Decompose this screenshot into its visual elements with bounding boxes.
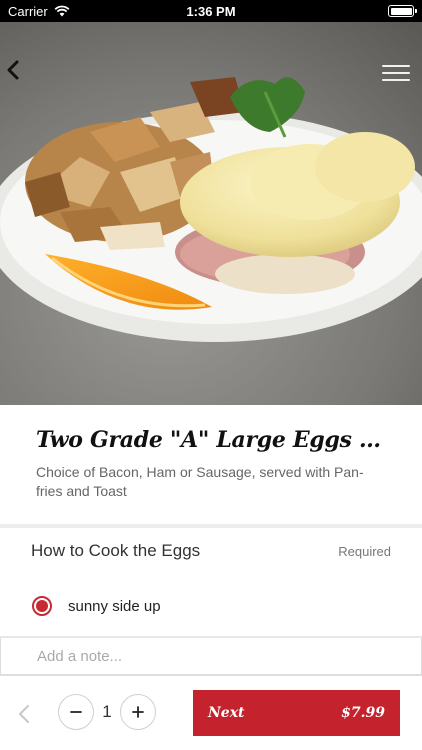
status-left: Carrier — [8, 4, 70, 19]
wifi-icon — [54, 5, 70, 17]
option-sunny-side-up[interactable]: sunny side up — [0, 586, 422, 626]
next-button[interactable]: Next $7.99 — [193, 690, 400, 736]
status-bar: Carrier 1:36 PM — [0, 0, 422, 22]
item-info: Two Grade "A" Large Eggs With... Choice … — [0, 405, 422, 525]
option-group-header: How to Cook the Eggs Required — [0, 529, 422, 573]
quantity-value: 1 — [102, 702, 112, 721]
previous-button[interactable] — [14, 702, 34, 726]
menu-line — [382, 65, 410, 67]
bottom-bar: 1 Next $7.99 — [0, 676, 422, 750]
menu-line — [382, 72, 410, 74]
item-price: $7.99 — [341, 705, 385, 721]
battery-icon — [388, 5, 417, 17]
item-photo — [0, 22, 422, 405]
hamburger-menu-icon[interactable] — [382, 60, 410, 86]
section-divider — [0, 524, 422, 528]
menu-line — [382, 79, 410, 81]
required-label: Required — [338, 543, 391, 559]
minus-icon — [70, 711, 82, 713]
next-label: Next — [208, 705, 245, 721]
note-input[interactable] — [0, 638, 422, 675]
chevron-left-icon — [7, 60, 19, 80]
carrier-label: Carrier — [8, 3, 48, 19]
radio-selected-dot — [36, 600, 48, 612]
back-button[interactable] — [6, 60, 38, 88]
radio-button[interactable] — [32, 596, 52, 616]
item-title: Two Grade "A" Large Eggs With... — [36, 427, 386, 453]
item-description: Choice of Bacon, Ham or Sausage, served … — [36, 464, 364, 499]
decrease-quantity-button[interactable] — [58, 694, 94, 730]
option-label: sunny side up — [68, 597, 161, 615]
note-section — [0, 636, 422, 676]
chevron-left-icon — [19, 705, 29, 723]
increase-quantity-button[interactable] — [120, 694, 156, 730]
food-illustration — [0, 22, 422, 405]
plus-icon — [132, 706, 144, 718]
option-group-title: How to Cook the Eggs — [31, 541, 201, 560]
